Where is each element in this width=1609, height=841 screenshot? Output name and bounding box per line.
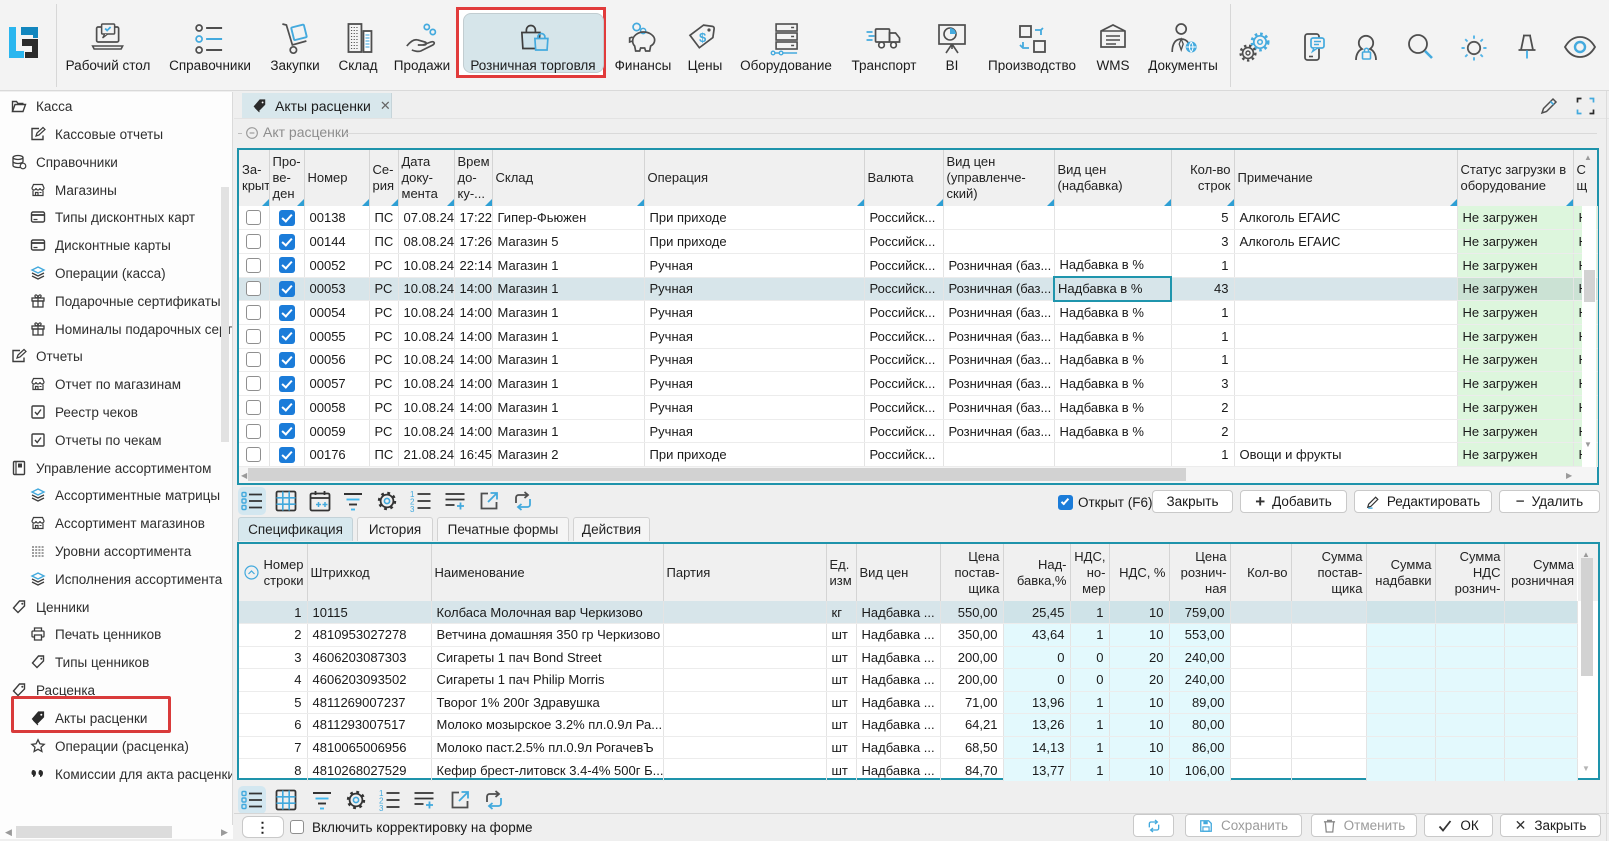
svg-text:$: $ (699, 30, 707, 45)
